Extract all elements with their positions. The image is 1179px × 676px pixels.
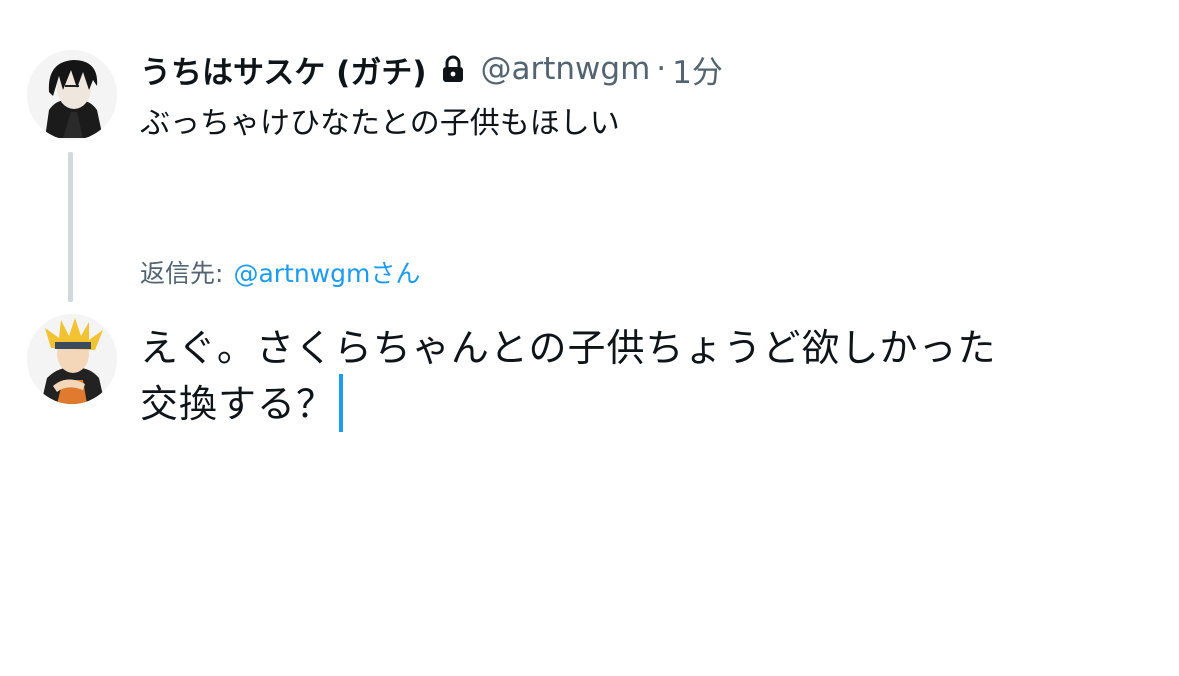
- author-display-name[interactable]: うちはサスケ (ガチ): [140, 47, 427, 92]
- header-separator: ·: [656, 51, 667, 87]
- thread-connector-line: [68, 152, 73, 302]
- compose-text-line-1: えぐ。さくらちゃんとの子供ちょうど欲しかった: [140, 326, 997, 370]
- reply-to-line: 返信先: @artnwgmさん: [140, 254, 420, 290]
- compose-text-line-2-content: 交換する？: [140, 382, 336, 426]
- author-handle[interactable]: @artnwgm: [481, 51, 651, 87]
- reply-compose-textarea[interactable]: えぐ。さくらちゃんとの子供ちょうど欲しかった 交換する？: [140, 320, 1160, 436]
- original-tweet-text: ぶっちゃけひなたとの子供もほしい: [140, 106, 620, 141]
- tweet-timestamp[interactable]: 1分: [672, 47, 723, 92]
- text-cursor-caret: [339, 373, 344, 432]
- reply-to-label: 返信先:: [140, 259, 224, 288]
- compose-text-line-2: 交換する？: [140, 373, 1160, 436]
- reply-author-avatar[interactable]: [27, 314, 117, 404]
- original-author-avatar[interactable]: [27, 50, 117, 140]
- reply-to-handle-link[interactable]: @artnwgmさん: [233, 259, 420, 288]
- lock-icon: [441, 54, 465, 84]
- original-tweet-header: うちはサスケ (ガチ) @artnwgm · 1分: [140, 46, 723, 92]
